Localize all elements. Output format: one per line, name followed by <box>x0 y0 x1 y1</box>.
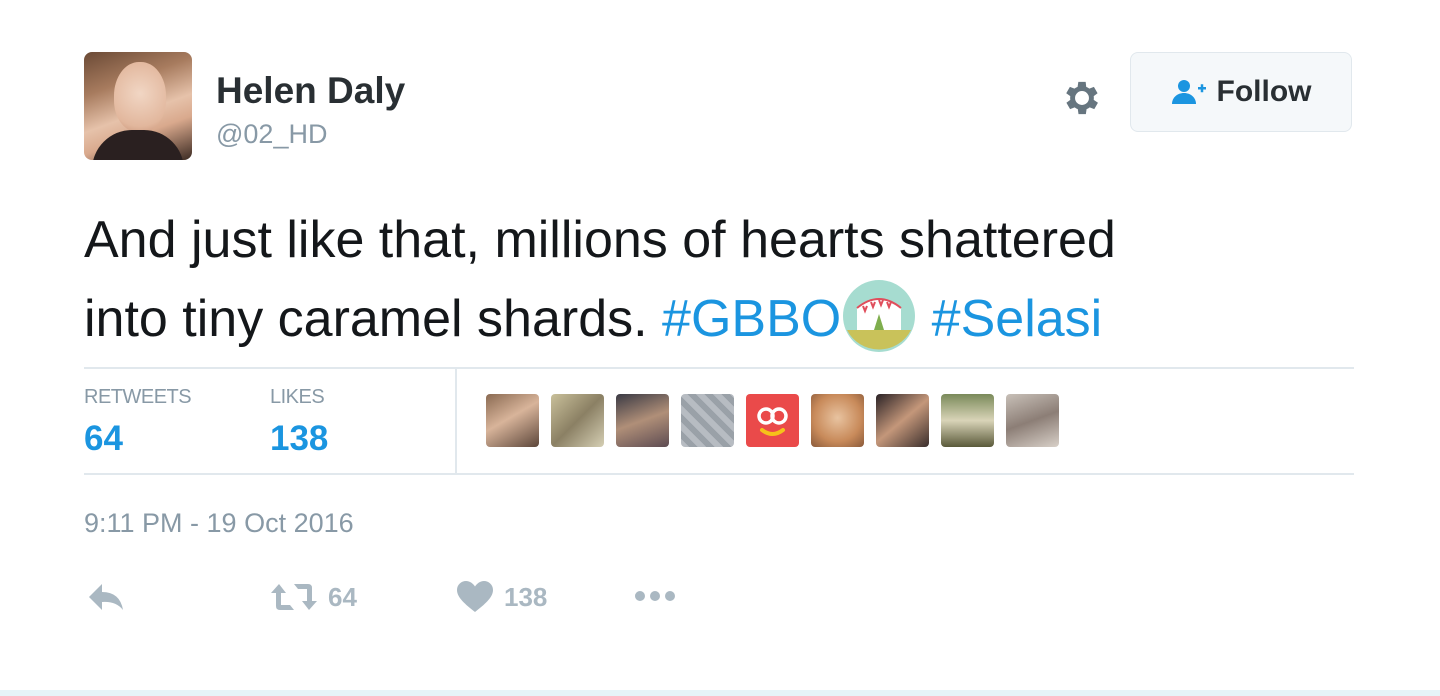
liker-avatar[interactable] <box>681 394 734 447</box>
timestamp[interactable]: 9:11 PM - 19 Oct 2016 <box>84 508 354 539</box>
tweet-text: And just like that, millions of hearts s… <box>84 202 1354 357</box>
more-button[interactable] <box>632 586 678 606</box>
retweets-stat[interactable]: RETWEETS 64 <box>84 386 192 459</box>
retweet-count: 64 <box>328 581 357 612</box>
retweet-icon <box>271 584 317 610</box>
avatar[interactable] <box>84 52 192 160</box>
like-count: 138 <box>504 581 548 612</box>
gear-icon[interactable] <box>1060 76 1104 120</box>
retweets-count: 64 <box>84 419 123 458</box>
follow-button[interactable]: Follow <box>1130 52 1352 132</box>
hashtag-gbbo[interactable]: #GBBO <box>662 290 841 348</box>
stats-divider <box>455 369 457 473</box>
avatar-shoulders <box>92 130 184 160</box>
liker-avatar[interactable] <box>811 394 864 447</box>
avatar-face <box>114 62 166 132</box>
hashtag-selasi[interactable]: #Selasi <box>932 290 1103 348</box>
user-name[interactable]: Helen Daly <box>216 70 405 112</box>
liker-avatar[interactable] <box>876 394 929 447</box>
likes-count: 138 <box>270 419 329 458</box>
follow-button-label: Follow <box>1216 75 1312 108</box>
divider-top <box>84 367 1354 369</box>
likers-avatars <box>486 394 1059 447</box>
reply-button[interactable] <box>86 580 126 614</box>
divider-bottom <box>84 473 1354 475</box>
liker-avatar[interactable] <box>941 394 994 447</box>
tent-emoji-icon[interactable] <box>841 278 917 354</box>
likes-stat[interactable]: LIKES 138 <box>270 386 328 459</box>
like-button[interactable]: 138 <box>456 580 547 614</box>
tweet-text-line-2-plain: into tiny caramel shards. <box>84 290 663 348</box>
liker-avatar[interactable] <box>486 394 539 447</box>
card-bottom-border <box>0 690 1440 696</box>
liker-avatar[interactable] <box>616 394 669 447</box>
liker-avatar[interactable] <box>1006 394 1059 447</box>
tweet-text-line-2: into tiny caramel shards. #GBBO #Selasi <box>84 278 1354 357</box>
tweet-text-line-1: And just like that, millions of hearts s… <box>84 211 1116 269</box>
heart-icon <box>457 581 493 612</box>
tweet-actions: 64 138 <box>84 580 784 620</box>
user-handle[interactable]: @02_HD <box>216 119 327 150</box>
reply-icon <box>89 584 123 610</box>
liker-avatar[interactable] <box>746 394 799 447</box>
liker-avatar[interactable] <box>551 394 604 447</box>
retweet-button[interactable]: 64 <box>270 580 357 614</box>
retweets-label: RETWEETS <box>84 386 192 408</box>
likes-label: LIKES <box>270 386 325 408</box>
follow-person-icon <box>1171 80 1206 104</box>
more-icon <box>635 591 675 601</box>
